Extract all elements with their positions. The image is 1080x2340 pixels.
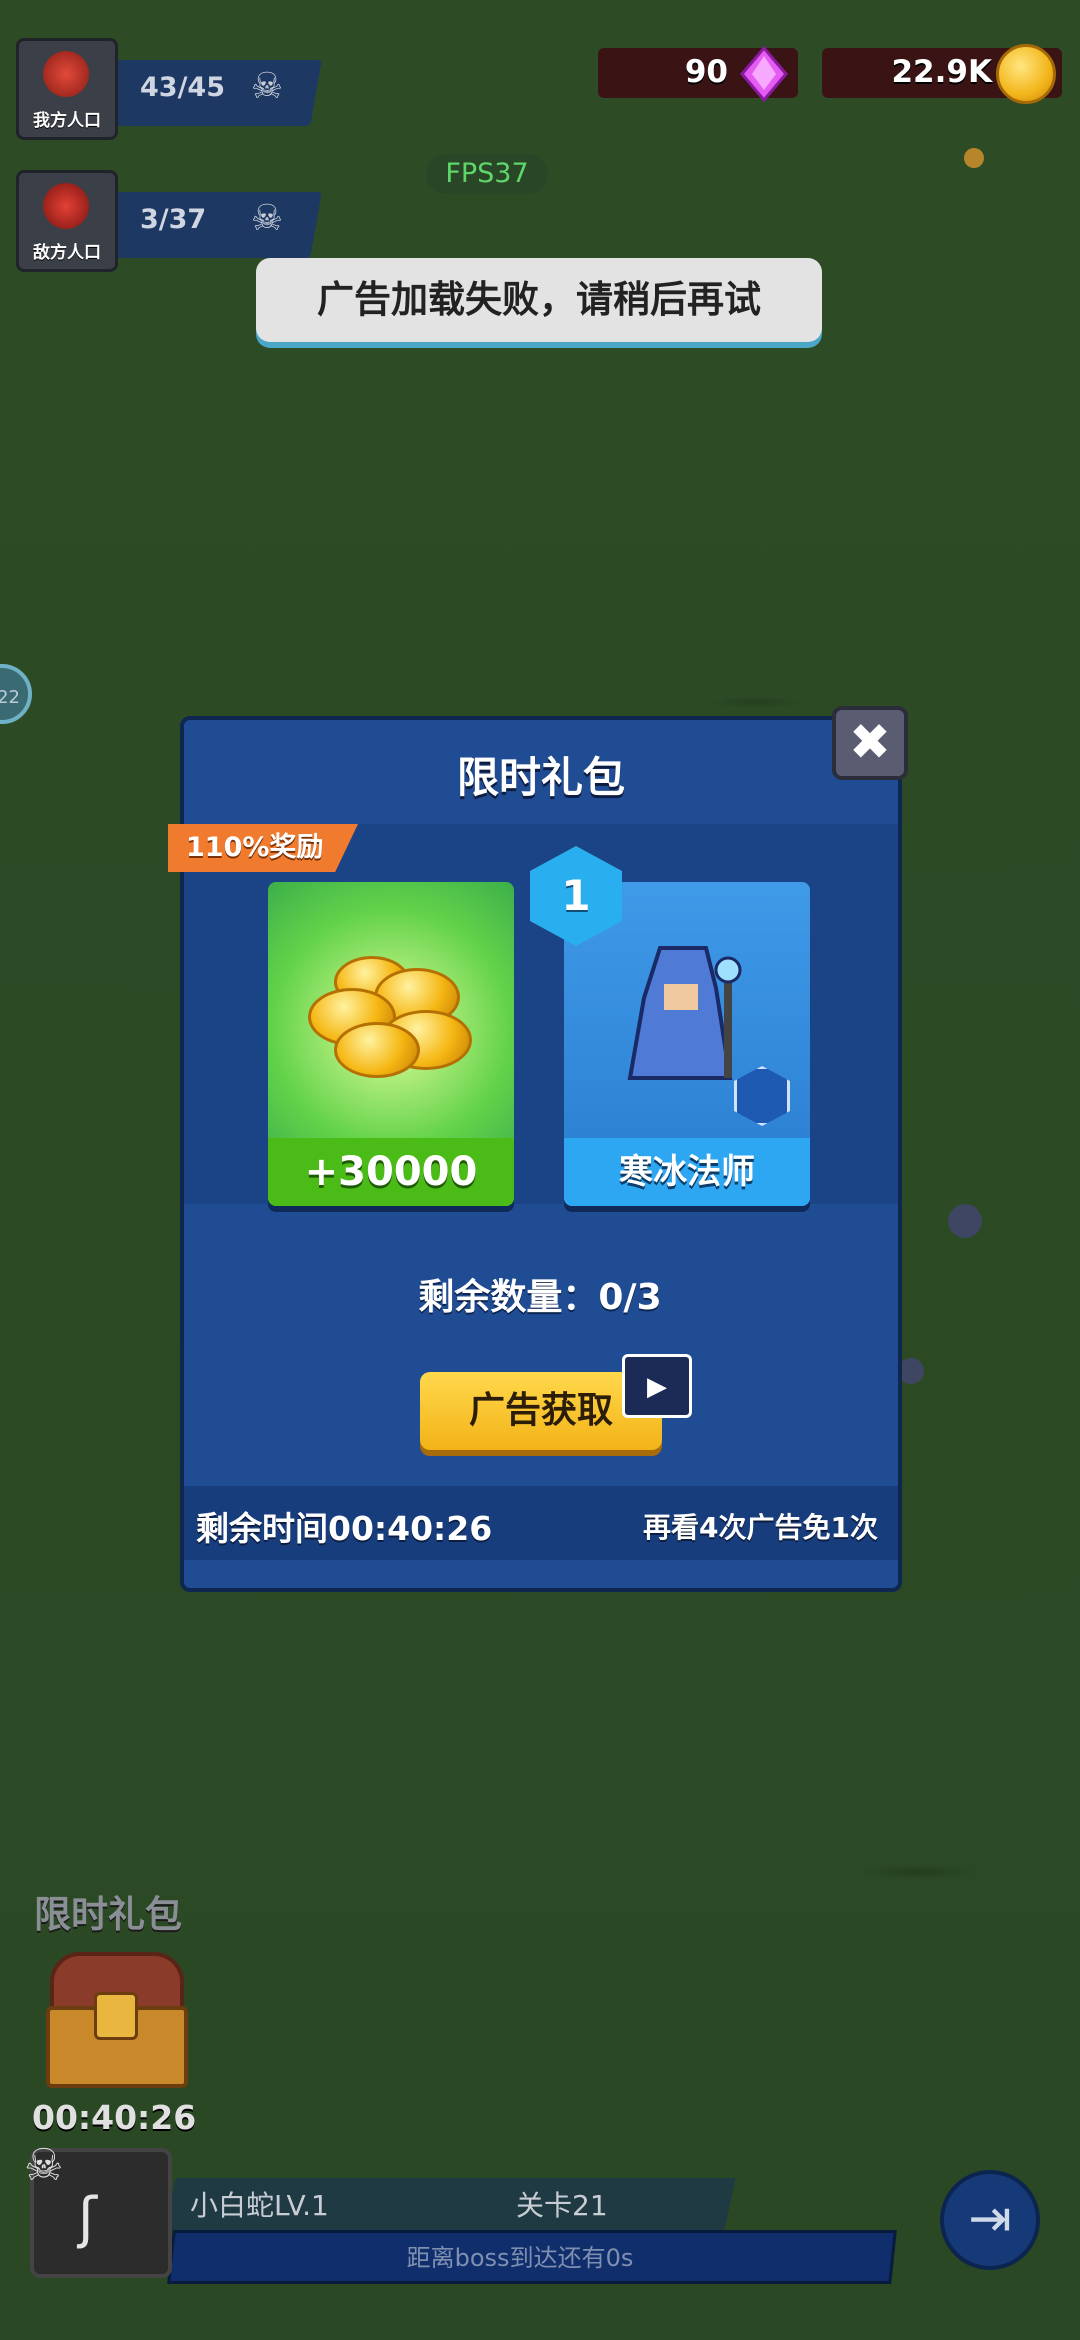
gold-value: 22.9K: [891, 54, 992, 90]
skull-icon: ☠: [24, 2140, 64, 2191]
devil-icon: [43, 183, 89, 229]
gold-reward-label: +30000: [268, 1138, 514, 1206]
enemy-pop-icon[interactable]: 敌方人口: [16, 170, 118, 272]
coin-drop: [964, 148, 984, 168]
close-button[interactable]: ✖: [832, 706, 908, 780]
ally-population: 我方人口 43/45 ☠: [16, 38, 322, 140]
ally-pop-icon[interactable]: 我方人口: [16, 38, 118, 140]
ally-pop-label: 我方人口: [33, 111, 101, 131]
enemy-pop-count: 3/37: [140, 204, 207, 235]
exit-button[interactable]: ⇥: [940, 2170, 1040, 2270]
gold-coin-icon: [996, 44, 1056, 104]
mage-reward-label: 寒冰法师: [564, 1138, 810, 1206]
skull-icon: ☠: [250, 66, 284, 107]
chest-label: 限时礼包: [34, 1893, 182, 1936]
enemy-population: 敌方人口 3/37 ☠: [16, 170, 322, 272]
gem-icon: [740, 46, 788, 102]
remaining-count: 剩余数量：0/3: [418, 1277, 662, 1318]
reward-card-gold: +30000: [268, 882, 514, 1206]
enemy-pop-label: 敌方人口: [33, 243, 101, 263]
toast-message: 广告加载失败，请稍后再试: [256, 258, 822, 342]
gold-counter[interactable]: 22.9K: [822, 44, 1062, 104]
gem-counter[interactable]: 90: [598, 46, 798, 102]
snake-icon: ʃ: [78, 2186, 97, 2251]
chest-timer: 00:40:26: [32, 2098, 197, 2137]
frost-mage-icon: [627, 946, 742, 1080]
ad-hint: 再看4次广告免1次: [643, 1511, 878, 1544]
enemy-unit: [948, 1204, 982, 1238]
fps-indicator: FPS37: [426, 154, 548, 194]
modal-title: 限时礼包: [456, 753, 625, 802]
level-label: 关卡21: [516, 2189, 608, 2222]
snake-name: 小白蛇LV.1: [190, 2189, 329, 2222]
crown-icon: [43, 51, 89, 97]
boss-timer-text: 距离boss到达还有0s: [406, 2244, 634, 2272]
gold-coins-icon: [304, 952, 480, 1082]
ally-pop-count: 43/45: [140, 72, 226, 103]
time-left: 剩余时间00:40:26: [196, 1509, 493, 1548]
gem-value: 90: [684, 54, 728, 90]
video-clapper-icon: ▶: [622, 1354, 692, 1418]
bonus-ribbon: 110%奖励: [168, 824, 358, 872]
treasure-chest-icon[interactable]: [42, 1952, 188, 2088]
skull-icon: ☠: [250, 198, 284, 239]
